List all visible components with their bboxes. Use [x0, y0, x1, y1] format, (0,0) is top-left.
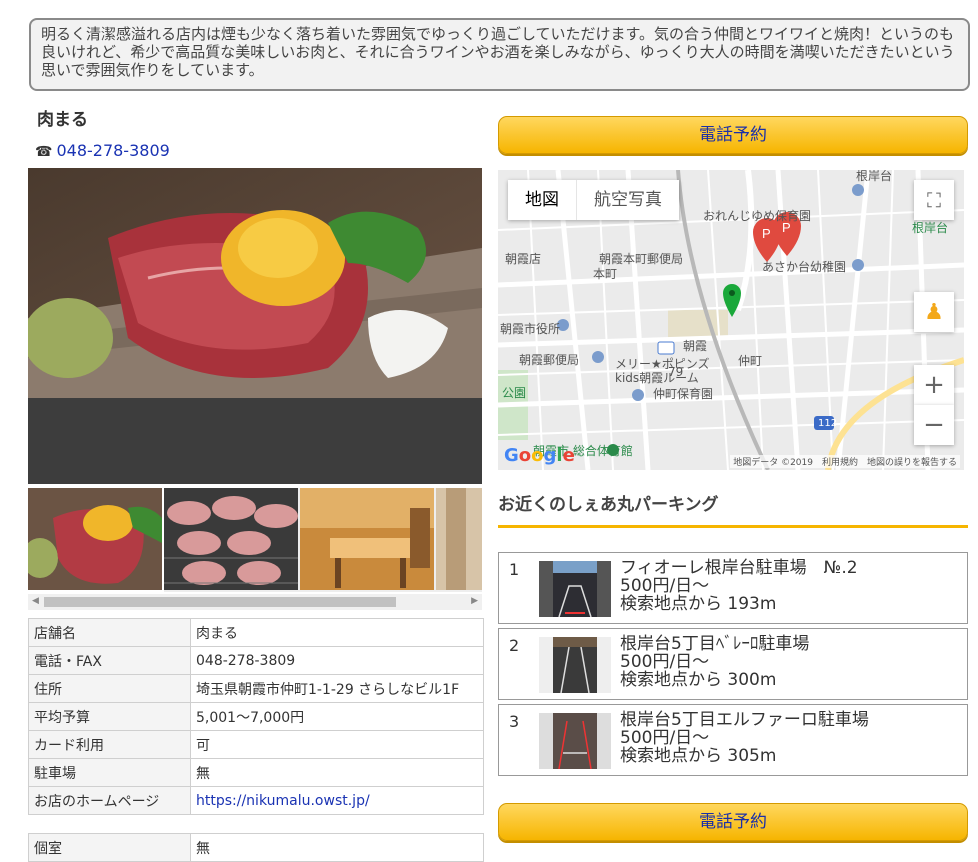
parking-item-photo — [539, 713, 611, 769]
parking-item-name: フィオーレ根岸台駐車場 №.2 — [620, 558, 858, 578]
parking-item-price: 500円/日〜 — [620, 728, 710, 748]
minus-icon[interactable]: − — [914, 405, 954, 445]
thumbnail-4[interactable] — [436, 488, 482, 590]
scrollbar-thumb[interactable] — [44, 597, 396, 607]
parking-item-distance: 検索地点から 193m — [620, 594, 777, 614]
shop-phone-link[interactable]: 048-278-3809 — [56, 141, 169, 160]
table-row: お店のホームページ https://nikumalu.owst.jp/ — [28, 786, 484, 815]
phone-reserve-button-bottom[interactable]: 電話予約 — [498, 803, 968, 841]
parking-item-details: 根岸台5丁目ﾍﾞﾚｰﾛ駐車場 500円/日〜 検索地点から 300m — [620, 635, 809, 689]
shop-intro-text: 明るく清潔感溢れる店内は煙も少なく落ち着いた雰囲気でゆっくり過ごしていただけます… — [29, 18, 970, 91]
info-label: 駐車場 — [28, 758, 191, 787]
info-label: 平均予算 — [28, 702, 191, 731]
map-label-negishidai-2: 根岸台 — [912, 221, 949, 235]
map-label-negishidai-1: 根岸台 — [856, 170, 893, 183]
table-row: 平均予算 5,001〜7,000円 — [28, 702, 484, 731]
map-route-112: 112 — [818, 418, 838, 429]
map-label-park: 公園 — [502, 386, 527, 400]
shop-phone-line: ☎ 048-278-3809 — [35, 141, 170, 160]
map-label-asaka-post: 朝霞郵便局 — [519, 353, 580, 367]
map-label-nakacho: 仲町 — [738, 354, 763, 368]
tab-satellite[interactable]: 航空写真 — [576, 180, 679, 220]
map-label-kids-room: kids朝霞ルーム — [615, 371, 699, 385]
table-row: 店舗名 肉まる — [28, 618, 484, 647]
main-photo[interactable] — [28, 168, 482, 484]
shop-info-table: 店舗名 肉まる 電話・FAX 048-278-3809 住所 埼玉県朝霞市仲町1-1-… — [28, 618, 484, 815]
info-label: 電話・FAX — [28, 646, 191, 675]
parking-item[interactable]: 2 根岸台5丁目ﾍﾞﾚｰﾛ駐車場 500円/日〜 検索地点から 300m — [498, 628, 968, 700]
map-label-city-hall: 朝霞市役所 — [500, 322, 561, 336]
info-value: 肉まる — [190, 618, 484, 647]
info-label: 店舗名 — [28, 618, 191, 647]
map-footer-links[interactable]: 地図データ ©2019 利用規約 地図の誤りを報告する — [730, 455, 960, 468]
map-label-asaka-store: 朝霞店 — [505, 252, 542, 266]
parking-item-details: フィオーレ根岸台駐車場 №.2 500円/日〜 検索地点から 193m — [620, 559, 858, 613]
parking-item-number: 2 — [509, 636, 520, 655]
info-label: カード利用 — [28, 730, 191, 759]
table-row: カード利用可 — [28, 730, 484, 759]
parking-item-number: 3 — [509, 712, 520, 731]
info-value: 048-278-3809 — [190, 646, 484, 675]
map-label-asakadai-kindergarten: あさか台幼稚園 — [762, 260, 847, 274]
map-type-tabs: 地図 航空写真 — [508, 180, 679, 220]
parking-item-distance: 検索地点から 305m — [620, 746, 777, 766]
info-value: https://nikumalu.owst.jp/ — [190, 786, 484, 815]
map-label-orenji-yume: おれんじゆめ保育園 — [703, 209, 812, 223]
shop-name-heading: 肉まる — [37, 110, 88, 130]
map-label-nakacho-nursery: 仲町保育園 — [653, 387, 714, 401]
map-label-honcho: 本町 — [593, 267, 618, 281]
scroll-right-arrow-icon[interactable]: ▶ — [471, 596, 478, 606]
google-map[interactable]: P P 79 112 地図 航空写真 根岸台 おれんじゆめ保育園 根岸台 朝霞店… — [498, 170, 964, 470]
info-value: 無 — [190, 833, 484, 862]
parking-item-price: 500円/日〜 — [620, 652, 710, 672]
fullscreen-icon[interactable]: ⛶ — [914, 180, 954, 220]
homepage-link[interactable]: https://nikumalu.owst.jp/ — [196, 793, 370, 809]
parking-item-photo — [539, 637, 611, 693]
phone-reserve-button-top[interactable]: 電話予約 — [498, 116, 968, 154]
table-row: 住所 埼玉県朝霞市仲町1-1-29 さらしなビル1F — [28, 674, 484, 703]
thumbnail-2[interactable] — [164, 488, 298, 590]
info-label: 個室 — [28, 833, 191, 862]
info-value: 無 — [190, 758, 484, 787]
parking-title-underline — [498, 525, 968, 528]
plus-icon[interactable]: + — [914, 365, 954, 405]
info-value: 5,001〜7,000円 — [190, 702, 484, 731]
map-label-asaka-station: 朝霞 — [683, 339, 708, 353]
parking-item-number: 1 — [509, 560, 520, 579]
tab-map[interactable]: 地図 — [508, 180, 576, 220]
parking-item-name: 根岸台5丁目エルファーロ駐車場 — [620, 710, 869, 730]
scroll-left-arrow-icon[interactable]: ◀ — [32, 596, 39, 606]
thumbnail-3[interactable] — [300, 488, 434, 590]
table-row: 個室無 — [28, 833, 484, 862]
google-logo: Google — [504, 445, 575, 466]
parking-item[interactable]: 1 フィオーレ根岸台駐車場 №.2 500円/日〜 検索地点から 193m — [498, 552, 968, 624]
parking-item-details: 根岸台5丁目エルファーロ駐車場 500円/日〜 検索地点から 305m — [620, 711, 869, 765]
info-value: 可 — [190, 730, 484, 759]
parking-item-name: 根岸台5丁目ﾍﾞﾚｰﾛ駐車場 — [620, 634, 810, 654]
shop-info-table-2: 個室無 — [28, 833, 484, 862]
phone-icon: ☎ — [35, 144, 53, 160]
parking-item[interactable]: 3 根岸台5丁目エルファーロ駐車場 500円/日〜 検索地点から 305m — [498, 704, 968, 776]
parking-item-distance: 検索地点から 300m — [620, 670, 777, 690]
table-row: 電話・FAX 048-278-3809 — [28, 646, 484, 675]
info-value: 埼玉県朝霞市仲町1-1-29 さらしなビル1F — [190, 674, 484, 703]
parking-item-price: 500円/日〜 — [620, 576, 710, 596]
main-photo-image — [28, 168, 482, 398]
parking-section-title: お近くのしぇあ丸パーキング — [498, 495, 719, 515]
table-row: 駐車場無 — [28, 758, 484, 787]
parking-item-photo — [539, 561, 611, 617]
svg-text:P: P — [762, 226, 771, 241]
pegman-icon[interactable]: ♟ — [914, 292, 954, 332]
info-label: 住所 — [28, 674, 191, 703]
info-label: お店のホームページ — [28, 786, 191, 815]
thumbnail-scrollbar[interactable]: ◀ ▶ — [28, 594, 482, 610]
photo-thumbnail-strip — [28, 488, 482, 592]
thumbnail-1[interactable] — [28, 488, 164, 592]
